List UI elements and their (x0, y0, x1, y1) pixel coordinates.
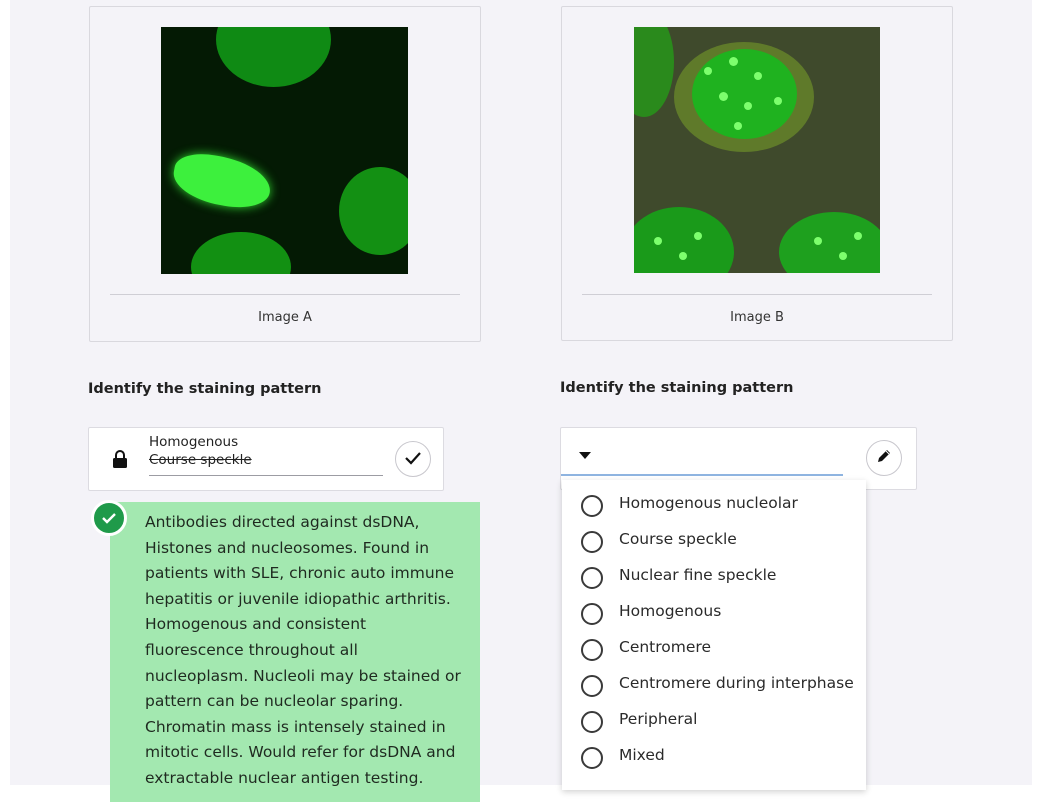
answer-explanation-text: Antibodies directed against dsDNA, Histo… (145, 513, 461, 787)
option-course-speckle[interactable]: Course speckle (562, 524, 866, 560)
radio-unchecked-icon[interactable] (581, 495, 603, 517)
answer-explanation-panel: Antibodies directed against dsDNA, Histo… (110, 502, 480, 802)
left-answer-select: Homogenous Course speckle (88, 427, 444, 491)
check-circle-icon (101, 509, 117, 528)
option-mixed[interactable]: Mixed (562, 740, 866, 776)
option-label: Homogenous nucleolar (619, 494, 798, 512)
option-label: Peripheral (619, 710, 698, 728)
option-homogenous[interactable]: Homogenous (562, 596, 866, 632)
radio-unchecked-icon[interactable] (581, 531, 603, 553)
radio-unchecked-icon[interactable] (581, 639, 603, 661)
radio-unchecked-icon[interactable] (581, 711, 603, 733)
image-a-caption: Image A (258, 310, 312, 325)
image-b-caption: Image B (730, 310, 784, 325)
option-label: Homogenous (619, 602, 722, 620)
correct-badge (91, 500, 127, 536)
pattern-options-dropdown: Homogenous nucleolar Course speckle Nucl… (562, 480, 866, 790)
option-label: Centromere (619, 638, 711, 656)
option-centromere[interactable]: Centromere (562, 632, 866, 668)
radio-unchecked-icon[interactable] (581, 603, 603, 625)
image-b-micrograph (634, 27, 880, 273)
pencil-icon (875, 447, 893, 469)
option-label: Course speckle (619, 530, 737, 548)
option-nuclear-fine-speckle[interactable]: Nuclear fine speckle (562, 560, 866, 596)
right-question-label: Identify the staining pattern (560, 380, 794, 396)
right-select-underline (561, 474, 843, 476)
option-label: Mixed (619, 746, 665, 764)
image-a-divider (110, 294, 460, 295)
option-homogenous-nucleolar[interactable]: Homogenous nucleolar (562, 488, 866, 524)
image-a-micrograph (161, 27, 408, 274)
check-icon (404, 450, 422, 469)
option-label: Centromere during interphase (619, 674, 854, 692)
left-selected-value: Homogenous (149, 434, 239, 450)
left-struck-value: Course speckle (149, 452, 252, 468)
radio-unchecked-icon[interactable] (581, 675, 603, 697)
option-label: Nuclear fine speckle (619, 566, 777, 584)
option-centromere-interphase[interactable]: Centromere during interphase (562, 668, 866, 704)
edit-pencil-button[interactable] (866, 440, 902, 476)
caret-down-icon[interactable] (579, 452, 591, 459)
radio-unchecked-icon[interactable] (581, 567, 603, 589)
option-peripheral[interactable]: Peripheral (562, 704, 866, 740)
image-b-divider (582, 294, 932, 295)
submit-check-button[interactable] (395, 441, 431, 477)
image-a-card: Image A (89, 6, 481, 342)
lock-icon (111, 449, 129, 469)
radio-unchecked-icon[interactable] (581, 747, 603, 769)
image-b-card: Image B (561, 6, 953, 341)
left-question-label: Identify the staining pattern (88, 381, 322, 397)
left-select-underline (149, 475, 383, 476)
